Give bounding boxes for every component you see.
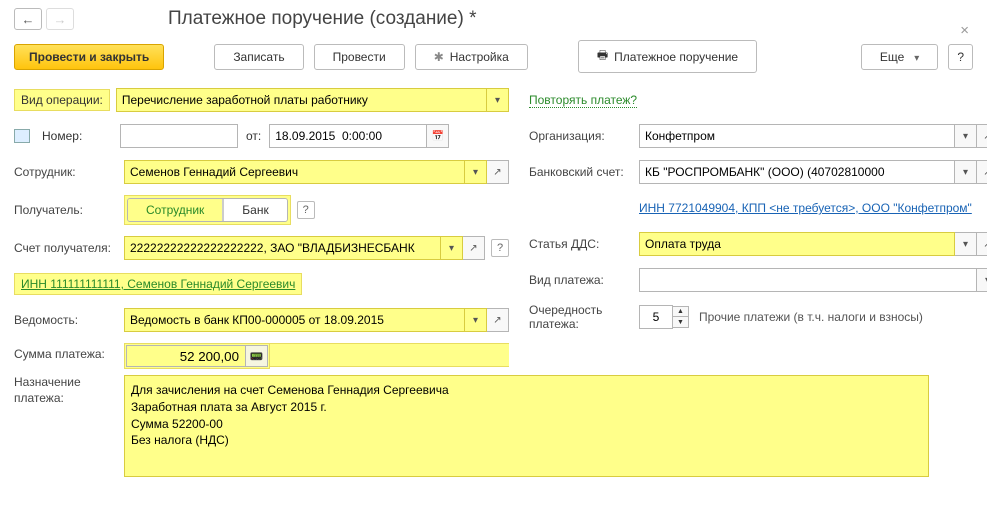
- purpose-textarea[interactable]: [124, 375, 929, 477]
- purpose-label: Назначение платежа:: [14, 375, 124, 406]
- operation-select[interactable]: [116, 88, 487, 112]
- settings-button[interactable]: Настройка: [415, 44, 528, 70]
- employee-label: Сотрудник:: [14, 165, 124, 179]
- employee-open-button[interactable]: [487, 160, 509, 184]
- number-input[interactable]: [120, 124, 238, 148]
- chevron-down-icon: [473, 314, 478, 326]
- pay-type-label: Вид платежа:: [529, 273, 639, 287]
- statement-dropdown-button[interactable]: [465, 308, 487, 332]
- toolbar: Провести и закрыть Записать Провести Нас…: [14, 40, 973, 73]
- recip-account-open-button[interactable]: [463, 236, 485, 260]
- bank-acc-dropdown-button[interactable]: [955, 160, 977, 184]
- queue-spinner: ▲ ▼: [673, 306, 689, 328]
- recipient-toggle-bank[interactable]: Банк: [223, 199, 286, 221]
- date-input[interactable]: [269, 124, 427, 148]
- open-icon: [983, 166, 987, 178]
- open-icon: [469, 242, 477, 254]
- queue-input[interactable]: [639, 305, 673, 329]
- page-title: Платежное поручение (создание) *: [168, 8, 477, 30]
- statement-input[interactable]: [124, 308, 465, 332]
- counterparty-link[interactable]: ИНН 7721049904, КПП <не требуется>, ООО …: [639, 201, 972, 215]
- statement-label: Ведомость:: [14, 313, 124, 327]
- recip-account-dropdown-button[interactable]: [441, 236, 463, 260]
- close-icon[interactable]: ×: [960, 22, 969, 39]
- org-input[interactable]: [639, 124, 955, 148]
- recip-account-input[interactable]: [124, 236, 441, 260]
- from-label: от:: [246, 129, 261, 143]
- operation-label: Вид операции:: [21, 93, 103, 107]
- queue-note: Прочие платежи (в т.ч. налоги и взносы): [699, 310, 923, 324]
- nav-back-button[interactable]: ←: [14, 8, 42, 30]
- chevron-down-icon: [910, 50, 919, 64]
- dds-label: Статья ДДС:: [529, 237, 639, 251]
- chevron-down-icon: [449, 242, 454, 254]
- queue-spin-down[interactable]: ▼: [673, 317, 689, 328]
- statement-open-button[interactable]: [487, 308, 509, 332]
- bank-acc-open-button[interactable]: [977, 160, 987, 184]
- recipient-toggle: Сотрудник Банк: [127, 198, 288, 222]
- org-dropdown-button[interactable]: [955, 124, 977, 148]
- open-icon: [493, 166, 501, 178]
- queue-spin-up[interactable]: ▲: [673, 306, 689, 317]
- gear-icon: [434, 50, 444, 64]
- more-button[interactable]: Еще: [861, 44, 938, 70]
- dds-dropdown-button[interactable]: [955, 232, 977, 256]
- help-button[interactable]: ?: [948, 44, 973, 70]
- bank-acc-input[interactable]: [639, 160, 955, 184]
- recip-account-help-button[interactable]: ?: [491, 239, 509, 257]
- date-picker-button[interactable]: [427, 124, 449, 148]
- operation-dropdown-button[interactable]: [487, 88, 509, 112]
- recipient-label: Получатель:: [14, 203, 124, 217]
- org-label: Организация:: [529, 129, 639, 143]
- amount-input[interactable]: [126, 345, 246, 367]
- print-icon: [597, 46, 608, 67]
- nav-forward-button[interactable]: →: [46, 8, 74, 30]
- chevron-down-icon: [963, 166, 968, 178]
- open-icon: [493, 314, 501, 326]
- employee-inn-link[interactable]: ИНН 111111111111, Семенов Геннадий Серге…: [21, 277, 295, 292]
- dds-open-button[interactable]: [977, 232, 987, 256]
- chevron-down-icon: [495, 94, 500, 106]
- pay-type-input[interactable]: [639, 268, 977, 292]
- pay-type-dropdown-button[interactable]: [977, 268, 987, 292]
- chevron-down-icon: [473, 166, 478, 178]
- dds-input[interactable]: [639, 232, 955, 256]
- employee-dropdown-button[interactable]: [465, 160, 487, 184]
- recipient-help-button[interactable]: ?: [297, 201, 315, 219]
- recipient-toggle-employee[interactable]: Сотрудник: [128, 199, 223, 221]
- post-button[interactable]: Провести: [314, 44, 405, 70]
- recip-account-label: Счет получателя:: [14, 241, 124, 255]
- amount-highlight-bar: [270, 343, 509, 367]
- open-icon: [983, 130, 987, 142]
- calculator-button[interactable]: 📟: [246, 345, 268, 367]
- amount-label: Сумма платежа:: [14, 343, 124, 369]
- chevron-down-icon: [963, 130, 968, 142]
- chevron-down-icon: [963, 238, 968, 250]
- print-button[interactable]: Платежное поручение: [578, 40, 757, 73]
- calendar-icon: [432, 130, 444, 142]
- open-icon: [983, 238, 987, 250]
- org-open-button[interactable]: [977, 124, 987, 148]
- repeat-payment-link[interactable]: Повторять платеж?: [529, 93, 637, 108]
- queue-label: Очередность платежа:: [529, 303, 639, 332]
- save-button[interactable]: Записать: [214, 44, 303, 70]
- bank-acc-label: Банковский счет:: [529, 165, 639, 179]
- number-label: Номер:: [42, 129, 120, 143]
- employee-input[interactable]: [124, 160, 465, 184]
- post-and-close-button[interactable]: Провести и закрыть: [14, 44, 164, 70]
- document-icon: [14, 129, 30, 143]
